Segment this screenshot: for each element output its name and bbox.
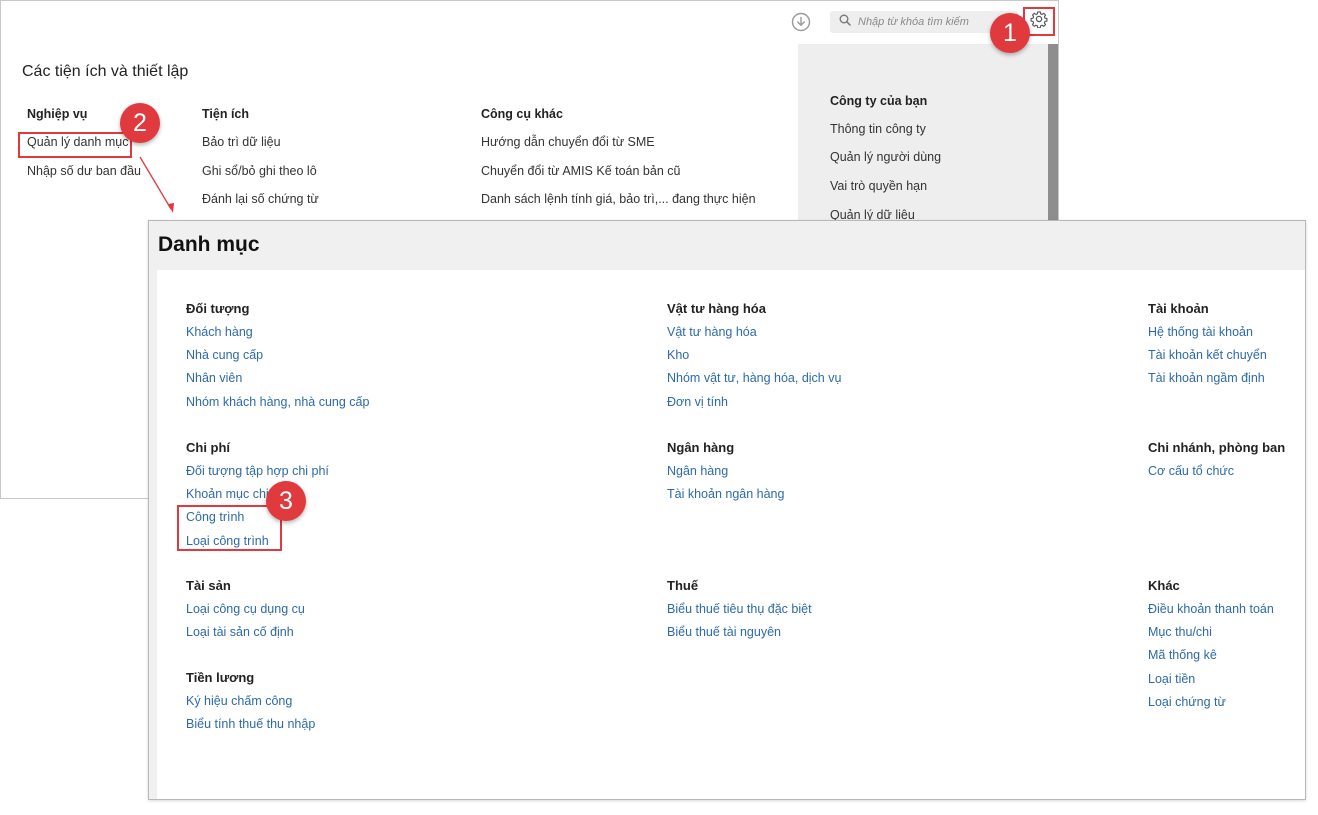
column-cong-cu-khac: Công cụ khác Hướng dẫn chuyển đổi từ SME… <box>481 107 756 221</box>
menu-item[interactable]: Hướng dẫn chuyển đổi từ SME <box>481 135 756 164</box>
company-panel-title: Công ty của bạn <box>830 94 928 108</box>
group-title: Vật tư hàng hóa <box>667 301 766 316</box>
danh-muc-panel: Danh mục Đối tượng Khách hàng Nhà cung c… <box>148 220 1306 800</box>
group-khac: Khác Điều khoản thanh toán Mục thu/chi M… <box>1148 578 1274 718</box>
group-title: Tiền lương <box>186 670 255 685</box>
group-ngan-hang: Ngân hàng Ngân hàng Tài khoản ngân hàng <box>667 440 784 510</box>
link-bieu-thue-ttdb[interactable]: Biểu thuế tiêu thụ đặc biệt <box>667 602 812 625</box>
danh-muc-body: Đối tượng Khách hàng Nhà cung cấp Nhân v… <box>157 270 1305 799</box>
group-title: Tài sản <box>186 578 231 593</box>
link-dieu-khoan-thanh-toan[interactable]: Điều khoản thanh toán <box>1148 602 1274 625</box>
link-bieu-tinh-thue-thu-nhap[interactable]: Biểu tính thuế thu nhập <box>186 717 315 740</box>
gear-icon <box>1030 10 1048 33</box>
link-nhan-vien[interactable]: Nhân viên <box>186 371 369 394</box>
link-vat-tu-hang-hoa[interactable]: Vật tư hàng hóa <box>667 325 841 348</box>
link-don-vi-tinh[interactable]: Đơn vị tính <box>667 395 841 418</box>
group-title: Thuế <box>667 578 699 593</box>
link-ma-thong-ke[interactable]: Mã thống kê <box>1148 648 1274 671</box>
danh-muc-title: Danh mục <box>158 233 260 256</box>
company-item[interactable]: Quản lý người dùng <box>830 150 941 164</box>
scrollbar[interactable] <box>1048 44 1058 224</box>
menu-item-nhap-so-du[interactable]: Nhập số dư ban đầu <box>27 164 141 193</box>
link-loai-chung-tu[interactable]: Loại chứng từ <box>1148 695 1274 718</box>
link-ngan-hang[interactable]: Ngân hàng <box>667 464 784 487</box>
link-muc-thu-chi[interactable]: Mục thu/chi <box>1148 625 1274 648</box>
group-title: Ngân hàng <box>667 440 735 455</box>
link-tai-khoan-ket-chuyen[interactable]: Tài khoản kết chuyển <box>1148 348 1267 371</box>
step-badge-1: 1 <box>990 13 1030 53</box>
menu-item[interactable]: Chuyển đổi từ AMIS Kế toán bản cũ <box>481 164 756 193</box>
company-item[interactable]: Thông tin công ty <box>830 122 926 136</box>
highlight-box-cong-trinh <box>177 505 282 551</box>
link-bieu-thue-tai-nguyen[interactable]: Biểu thuế tài nguyên <box>667 625 812 648</box>
link-nhom-khach-hang[interactable]: Nhóm khách hàng, nhà cung cấp <box>186 395 369 418</box>
group-title: Khác <box>1148 578 1180 593</box>
step-badge-3: 3 <box>266 481 306 521</box>
highlight-box-quan-ly-danh-muc <box>18 132 132 158</box>
column-tien-ich: Tiện ích Bảo trì dữ liệu Ghi sổ/bỏ ghi t… <box>202 107 319 221</box>
search-input[interactable] <box>858 16 1008 28</box>
download-icon[interactable] <box>791 12 811 32</box>
menu-item[interactable]: Bảo trì dữ liệu <box>202 135 319 164</box>
step-badge-2: 2 <box>120 103 160 143</box>
menu-item[interactable]: Đánh lại số chứng từ <box>202 192 319 221</box>
link-nha-cung-cap[interactable]: Nhà cung cấp <box>186 348 369 371</box>
link-loai-tien[interactable]: Loại tiền <box>1148 672 1274 695</box>
menu-item[interactable]: Danh sách lệnh tính giá, bảo trì,... đan… <box>481 192 756 221</box>
company-item[interactable]: Vai trò quyền hạn <box>830 179 927 193</box>
link-tai-khoan-ngam-dinh[interactable]: Tài khoản ngầm định <box>1148 371 1267 394</box>
group-doi-tuong: Đối tượng Khách hàng Nhà cung cấp Nhân v… <box>186 301 369 418</box>
link-loai-tai-san-co-dinh[interactable]: Loại tài sản cố định <box>186 625 305 648</box>
group-title: Tài khoản <box>1148 301 1209 316</box>
column-title: Tiện ích <box>202 107 250 121</box>
link-nhom-vat-tu[interactable]: Nhóm vật tư, hàng hóa, dịch vụ <box>667 371 841 394</box>
column-title: Công cụ khác <box>481 107 563 121</box>
group-title: Chi nhánh, phòng ban <box>1148 440 1286 455</box>
group-tai-san: Tài sản Loại công cụ dụng cụ Loại tài sả… <box>186 578 305 648</box>
link-doi-tuong-tap-hop-chi-phi[interactable]: Đối tượng tập hợp chi phí <box>186 464 329 487</box>
group-title: Đối tượng <box>186 301 250 316</box>
group-vat-tu-hang-hoa: Vật tư hàng hóa Vật tư hàng hóa Kho Nhóm… <box>667 301 841 418</box>
link-tai-khoan-ngan-hang[interactable]: Tài khoản ngân hàng <box>667 487 784 510</box>
group-tai-khoan: Tài khoản Hệ thống tài khoản Tài khoản k… <box>1148 301 1267 395</box>
group-tien-luong: Tiền lương Ký hiệu chấm công Biểu tính t… <box>186 670 315 740</box>
link-kho[interactable]: Kho <box>667 348 841 371</box>
group-thue: Thuế Biểu thuế tiêu thụ đặc biệt Biểu th… <box>667 578 812 648</box>
menu-item[interactable]: Ghi sổ/bỏ ghi theo lô <box>202 164 319 193</box>
link-loai-cong-cu-dung-cu[interactable]: Loại công cụ dụng cụ <box>186 602 305 625</box>
link-ky-hieu-cham-cong[interactable]: Ký hiệu chấm công <box>186 694 315 717</box>
page-heading: Các tiện ích và thiết lập <box>22 63 189 80</box>
group-chi-nhanh-phong-ban: Chi nhánh, phòng ban Cơ cấu tổ chức <box>1148 440 1285 487</box>
link-khach-hang[interactable]: Khách hàng <box>186 325 369 348</box>
group-title: Chi phí <box>186 440 231 455</box>
link-he-thong-tai-khoan[interactable]: Hệ thống tài khoản <box>1148 325 1267 348</box>
search-icon <box>839 13 851 31</box>
link-co-cau-to-chuc[interactable]: Cơ cấu tổ chức <box>1148 464 1285 487</box>
